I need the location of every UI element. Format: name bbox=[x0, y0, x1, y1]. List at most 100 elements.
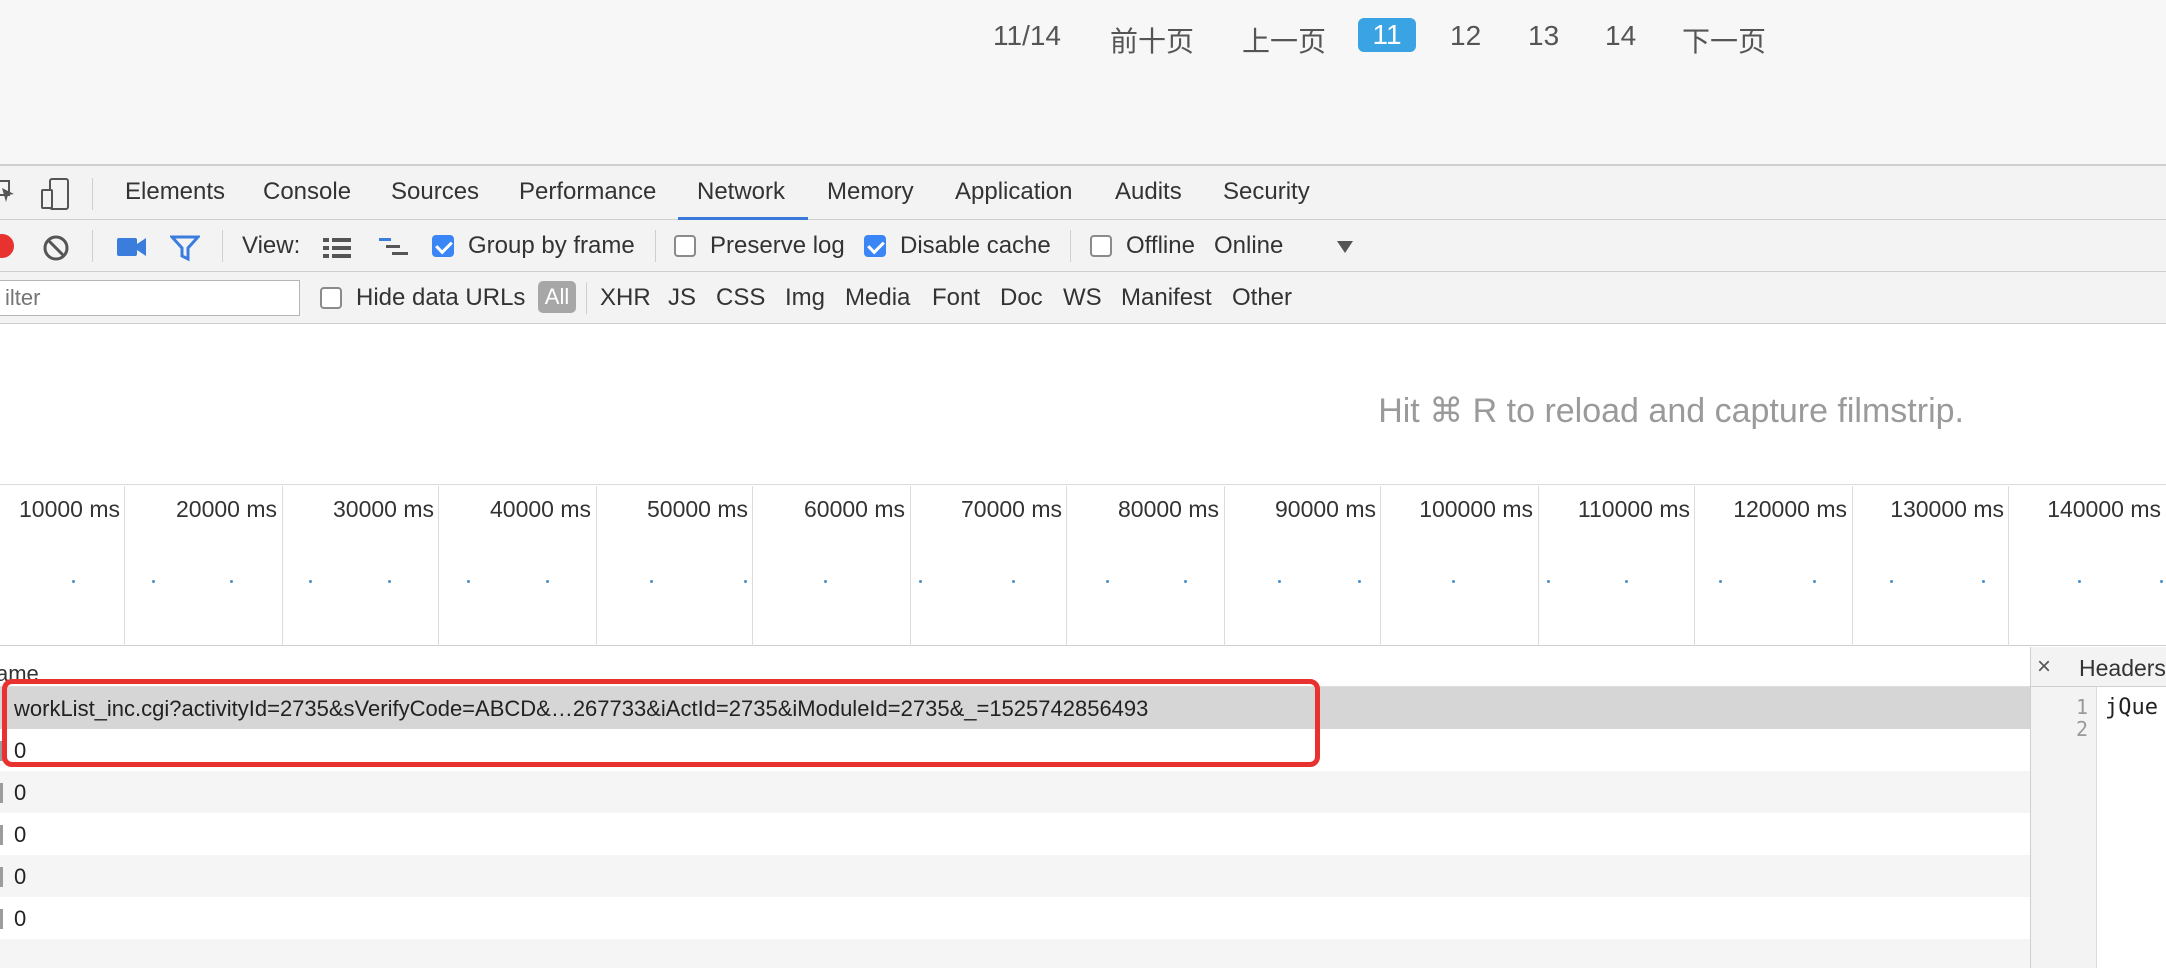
filter-doc[interactable]: Doc bbox=[1000, 284, 1043, 312]
filter-xhr[interactable]: XHR bbox=[600, 284, 651, 312]
row-marker bbox=[0, 825, 3, 845]
tab-application[interactable]: Application bbox=[955, 178, 1072, 206]
page-link[interactable]: 12 bbox=[1450, 20, 1481, 52]
page-link[interactable]: 14 bbox=[1605, 20, 1636, 52]
timeline-label: 30000 ms bbox=[332, 496, 434, 522]
screenshot-camera-icon[interactable] bbox=[116, 235, 148, 259]
timeline-request-dot bbox=[1813, 580, 1816, 583]
divider bbox=[222, 230, 223, 262]
group-by-frame-checkbox[interactable] bbox=[432, 235, 454, 257]
filter-img[interactable]: Img bbox=[785, 284, 825, 312]
timeline-request-dot bbox=[919, 580, 922, 583]
tab-performance[interactable]: Performance bbox=[519, 178, 656, 206]
clear-icon[interactable] bbox=[42, 234, 70, 262]
filter-manifest[interactable]: Manifest bbox=[1121, 284, 1212, 312]
hide-data-urls-checkbox[interactable] bbox=[320, 287, 342, 309]
filmstrip-area: Hit ⌘ R to reload and capture filmstrip. bbox=[0, 325, 2166, 485]
timeline-request-dot bbox=[1012, 580, 1015, 583]
timeline-request-dot bbox=[1890, 580, 1893, 583]
large-rows-list-icon[interactable] bbox=[322, 236, 352, 260]
tab-security[interactable]: Security bbox=[1223, 178, 1310, 206]
preserve-log-checkbox[interactable] bbox=[674, 235, 696, 257]
waterfall-overview-icon[interactable] bbox=[378, 236, 410, 260]
request-row[interactable]: 0 bbox=[0, 813, 2030, 855]
next-page-link[interactable]: 下一页 bbox=[1682, 20, 1766, 60]
timeline-gridline bbox=[1066, 486, 1067, 646]
current-page[interactable]: 11 bbox=[1358, 18, 1416, 52]
timeline-request-dot bbox=[309, 580, 312, 583]
timeline-label: 110000 ms bbox=[1577, 496, 1690, 522]
timeline-label: 90000 ms bbox=[1274, 496, 1376, 522]
first-ten-pages-link[interactable]: 前十页 bbox=[1110, 20, 1194, 60]
tab-audits[interactable]: Audits bbox=[1115, 178, 1182, 206]
filter-funnel-icon[interactable] bbox=[168, 234, 202, 262]
filter-js[interactable]: JS bbox=[668, 284, 696, 312]
timeline-label: 120000 ms bbox=[1733, 496, 1847, 522]
device-toolbar-icon[interactable] bbox=[40, 178, 70, 210]
timeline-label: 130000 ms bbox=[1890, 496, 2004, 522]
timeline-overview[interactable]: 10000 ms 20000 ms 30000 ms 40000 ms 50000 ms… bbox=[0, 486, 2166, 646]
network-toolbar: View: Group by frame Preserve log Disabl… bbox=[0, 220, 2166, 272]
filter-all-button[interactable]: All bbox=[538, 281, 576, 313]
timeline-gridline bbox=[2008, 486, 2009, 646]
request-name: 0 bbox=[14, 906, 27, 931]
chevron-down-icon[interactable] bbox=[1336, 240, 1354, 254]
timeline-label: 10000 ms bbox=[18, 496, 120, 522]
record-button[interactable] bbox=[0, 234, 14, 258]
timeline-request-dot bbox=[152, 580, 155, 583]
timeline-request-dot bbox=[230, 580, 233, 583]
filter-font[interactable]: Font bbox=[932, 284, 980, 312]
timeline-label: 20000 ms bbox=[175, 496, 277, 522]
tab-memory[interactable]: Memory bbox=[827, 178, 914, 206]
timeline-request-dot bbox=[1982, 580, 1985, 583]
request-name: 0 bbox=[14, 822, 27, 847]
timeline-request-dot bbox=[72, 580, 75, 583]
request-name: 0 bbox=[14, 864, 27, 889]
tab-console[interactable]: Console bbox=[263, 178, 351, 206]
filmstrip-hint: Hit ⌘ R to reload and capture filmstrip. bbox=[1378, 392, 1964, 430]
page-link[interactable]: 13 bbox=[1528, 20, 1559, 52]
row-marker bbox=[0, 867, 3, 887]
filter-other[interactable]: Other bbox=[1232, 284, 1292, 312]
timeline-request-dot bbox=[1452, 580, 1455, 583]
hide-data-urls-label: Hide data URLs bbox=[356, 284, 526, 311]
timeline-label: 100000 ms bbox=[1419, 496, 1533, 522]
timeline-request-dot bbox=[1719, 580, 1722, 583]
filter-input[interactable] bbox=[0, 280, 300, 316]
offline-checkbox[interactable] bbox=[1090, 235, 1112, 257]
view-label: View: bbox=[242, 232, 301, 259]
tab-network[interactable]: Network bbox=[697, 178, 785, 206]
divider bbox=[655, 230, 656, 262]
prev-page-link[interactable]: 上一页 bbox=[1242, 20, 1326, 60]
timeline-request-dot bbox=[1278, 580, 1281, 583]
request-row[interactable] bbox=[0, 939, 2030, 968]
inspect-element-icon[interactable] bbox=[0, 180, 16, 206]
throttling-select[interactable]: Online bbox=[1214, 232, 1283, 260]
request-row[interactable]: 0 bbox=[0, 855, 2030, 897]
timeline-gridline bbox=[1224, 486, 1225, 646]
request-row[interactable]: 0 bbox=[0, 897, 2030, 939]
timeline-gridline bbox=[1538, 486, 1539, 646]
timeline-request-dot bbox=[467, 580, 470, 583]
timeline-label: 140000 ms bbox=[2047, 496, 2161, 522]
devtools-tab-bar: Elements Console Sources Performance Net… bbox=[0, 164, 2166, 221]
request-row[interactable]: 0 bbox=[0, 771, 2030, 813]
timeline-gridline bbox=[596, 486, 597, 646]
disable-cache-checkbox[interactable] bbox=[864, 235, 886, 257]
row-marker bbox=[0, 783, 3, 803]
filter-css[interactable]: CSS bbox=[716, 284, 765, 312]
close-icon[interactable]: × bbox=[2037, 653, 2051, 681]
request-details-panel: × Headers 1 2 jQue bbox=[2030, 647, 2166, 968]
filter-media[interactable]: Media bbox=[845, 284, 910, 312]
timeline-gridline bbox=[1852, 486, 1853, 646]
timeline-label: 80000 ms bbox=[1117, 496, 1219, 522]
tab-elements[interactable]: Elements bbox=[125, 178, 225, 206]
tab-sources[interactable]: Sources bbox=[391, 178, 479, 206]
timeline-request-dot bbox=[744, 580, 747, 583]
timeline-request-dot bbox=[1625, 580, 1628, 583]
timeline-request-dot bbox=[546, 580, 549, 583]
filter-ws[interactable]: WS bbox=[1063, 284, 1102, 312]
tab-headers[interactable]: Headers bbox=[2079, 655, 2166, 682]
divider bbox=[1070, 230, 1071, 262]
page-background: 11/14 前十页 上一页 11 12 13 14 下一页 bbox=[0, 0, 2166, 164]
